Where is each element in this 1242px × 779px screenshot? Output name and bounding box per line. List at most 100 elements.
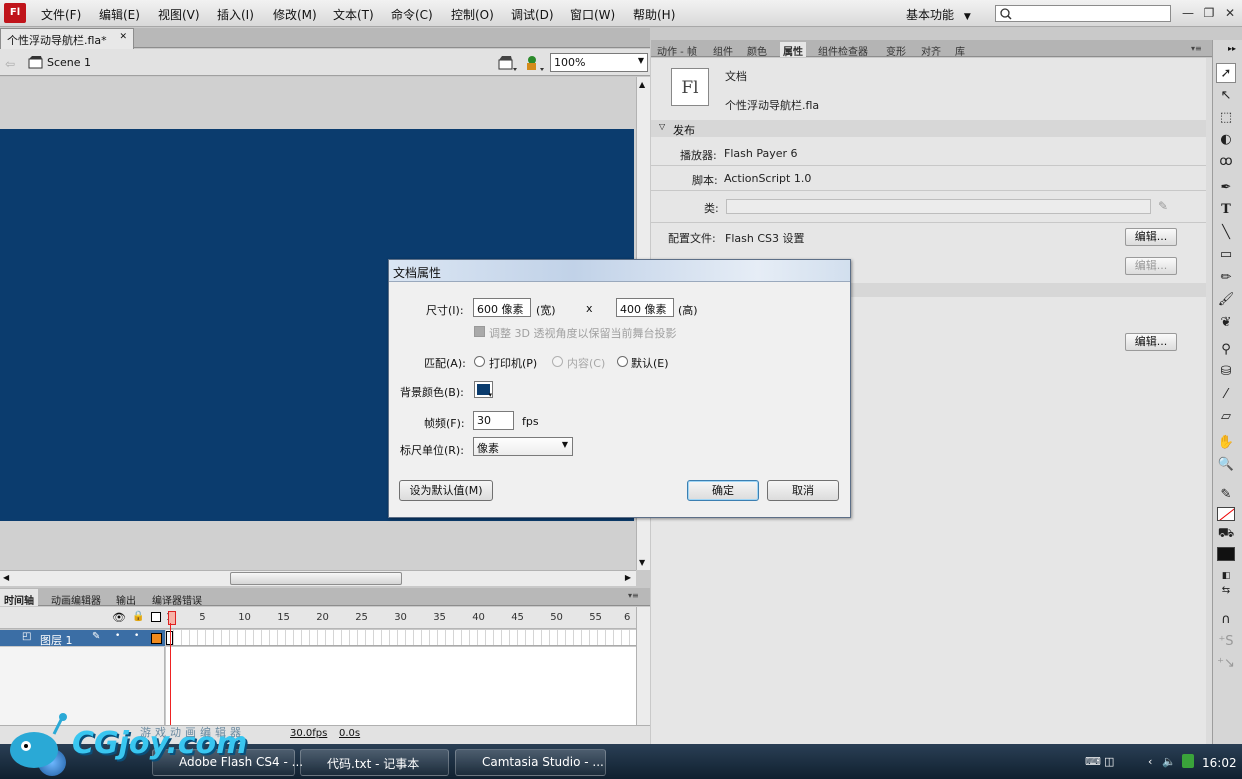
adjust-3d-checkbox[interactable] bbox=[474, 326, 485, 337]
line-tool-icon[interactable]: ╲ bbox=[1216, 223, 1236, 243]
ok-button[interactable]: 确定 bbox=[687, 480, 759, 501]
minimize-button[interactable]: — bbox=[1178, 4, 1198, 22]
eyedropper-tool-icon[interactable]: ⁄ bbox=[1216, 385, 1236, 405]
3d-rotation-tool-icon[interactable]: ◐ bbox=[1216, 130, 1236, 150]
tab-components[interactable]: 组件 bbox=[710, 42, 736, 58]
snap-magnet-icon[interactable]: ∩ bbox=[1216, 610, 1236, 630]
match-contents-radio[interactable] bbox=[552, 356, 563, 367]
swap-colors-icon[interactable]: ⇆ bbox=[1216, 581, 1236, 601]
dialog-title-bar[interactable]: 文档属性 bbox=[389, 260, 850, 282]
lasso-tool-icon[interactable]: ꝏ bbox=[1216, 152, 1236, 172]
edit-symbols-icon[interactable] bbox=[524, 54, 546, 72]
subselection-tool-icon[interactable]: ↖ bbox=[1216, 86, 1236, 106]
ruler-units-select[interactable]: 像素 ▼ bbox=[473, 437, 573, 456]
menu-commands[interactable]: 命令(C) bbox=[391, 6, 433, 23]
back-arrow-icon[interactable]: ⇦ bbox=[5, 57, 15, 71]
cancel-button[interactable]: 取消 bbox=[767, 480, 839, 501]
tab-library[interactable]: 库 bbox=[952, 42, 968, 58]
tab-compiler-errors[interactable]: 编译器错误 bbox=[148, 589, 206, 607]
panel-menu-icon[interactable]: ▾≡ bbox=[628, 591, 639, 600]
background-color-picker[interactable]: ▾ bbox=[474, 381, 493, 399]
player-value[interactable]: Flash Payer 6 bbox=[724, 147, 798, 160]
tab-transform[interactable]: 变形 bbox=[883, 42, 909, 58]
match-printer-radio[interactable] bbox=[474, 356, 485, 367]
visible-dot-icon[interactable]: • bbox=[115, 631, 120, 641]
edit-as-settings-button[interactable]: 编辑... bbox=[1125, 333, 1177, 351]
width-input[interactable]: 600 像素 bbox=[473, 298, 531, 317]
collapse-icon[interactable]: ▸▸ bbox=[1228, 44, 1236, 53]
lock-dot-icon[interactable]: • bbox=[134, 631, 139, 641]
close-icon[interactable]: ✕ bbox=[119, 32, 127, 42]
taskbar-item-camtasia[interactable]: Camtasia Studio - ... bbox=[455, 749, 606, 776]
height-input[interactable]: 400 像素 bbox=[616, 298, 674, 317]
panel-menu-icon[interactable]: ▾≡ bbox=[1191, 44, 1202, 53]
fill-swatch[interactable] bbox=[1217, 547, 1235, 561]
menu-text[interactable]: 文本(T) bbox=[333, 6, 374, 23]
tab-properties[interactable]: 属性 bbox=[780, 42, 806, 58]
pencil-icon[interactable]: ✎ bbox=[1158, 199, 1168, 213]
document-tab[interactable]: 个性浮动导航栏.fla* ✕ bbox=[0, 28, 134, 49]
brush-tool-icon[interactable]: 🖌 bbox=[1216, 290, 1236, 310]
tab-actions[interactable]: 动作 - 帧 bbox=[654, 42, 700, 58]
paint-bucket-tool-icon[interactable]: ⛁ bbox=[1216, 362, 1236, 382]
frame-rate-readout[interactable]: 30.0fps bbox=[290, 728, 327, 739]
stroke-swatch[interactable] bbox=[1217, 507, 1235, 521]
menu-view[interactable]: 视图(V) bbox=[158, 6, 200, 23]
bone-tool-icon[interactable]: ⚲ bbox=[1216, 340, 1236, 360]
volume-icon[interactable]: 🔈 bbox=[1162, 755, 1176, 768]
restore-button[interactable]: ❐ bbox=[1199, 4, 1219, 22]
layer-row[interactable]: ◰ 图层 1 ✎ • • bbox=[0, 630, 165, 647]
edit-air-settings-button[interactable]: 编辑... bbox=[1125, 257, 1177, 275]
show-hidden-icons[interactable]: ‹ bbox=[1148, 755, 1152, 768]
menu-control[interactable]: 控制(O) bbox=[451, 6, 494, 23]
straighten-icon[interactable]: ⁺↘ bbox=[1216, 654, 1236, 674]
menu-insert[interactable]: 插入(I) bbox=[217, 6, 254, 23]
edit-scene-icon[interactable] bbox=[498, 54, 518, 72]
menu-file[interactable]: 文件(F) bbox=[41, 6, 81, 23]
taskbar-clock[interactable]: 16:02 bbox=[1202, 756, 1237, 770]
tab-align[interactable]: 对齐 bbox=[918, 42, 944, 58]
menu-modify[interactable]: 修改(M) bbox=[273, 6, 317, 23]
timeline-vscrollbar[interactable] bbox=[636, 607, 650, 725]
horizontal-scroll-thumb[interactable] bbox=[230, 572, 402, 585]
match-default-radio[interactable] bbox=[617, 356, 628, 367]
zoom-select[interactable]: 100% ▼ bbox=[550, 53, 648, 72]
layer-frames[interactable] bbox=[166, 630, 636, 646]
pen-tool-icon[interactable]: ✒ bbox=[1216, 178, 1236, 198]
close-window-button[interactable]: ✕ bbox=[1220, 4, 1240, 22]
smooth-icon[interactable]: ⁺S bbox=[1216, 632, 1236, 652]
keyboard-icon[interactable]: ⌨ bbox=[1085, 755, 1101, 768]
tab-timeline[interactable]: 时间轴 bbox=[0, 589, 38, 607]
text-tool-icon[interactable]: T bbox=[1216, 200, 1236, 220]
scroll-left-icon[interactable]: ◀ bbox=[3, 573, 9, 582]
help-search-input[interactable] bbox=[995, 5, 1171, 22]
stroke-color-icon[interactable]: ✎ bbox=[1216, 485, 1236, 505]
frame-ruler[interactable]: 15101520253035404550556 bbox=[166, 607, 636, 629]
outline-icon[interactable] bbox=[151, 612, 161, 622]
tray-icon[interactable]: ◫ bbox=[1104, 755, 1114, 768]
edit-profile-button[interactable]: 编辑... bbox=[1125, 228, 1177, 246]
eraser-tool-icon[interactable]: ▱ bbox=[1216, 407, 1236, 427]
taskbar-item-notepad[interactable]: 代码.txt - 记事本 bbox=[300, 749, 449, 776]
free-transform-tool-icon[interactable]: ⬚ bbox=[1216, 108, 1236, 128]
tab-color[interactable]: 颜色 bbox=[744, 42, 770, 58]
rectangle-tool-icon[interactable]: ▭ bbox=[1216, 245, 1236, 265]
scroll-down-icon[interactable]: ▼ bbox=[639, 558, 645, 567]
set-default-button[interactable]: 设为默认值(M) bbox=[399, 480, 493, 501]
security-shield-icon[interactable] bbox=[1182, 754, 1194, 768]
menu-debug[interactable]: 调试(D) bbox=[511, 6, 554, 23]
lock-icon[interactable]: 🔒 bbox=[132, 611, 144, 622]
script-value[interactable]: ActionScript 1.0 bbox=[724, 172, 811, 185]
tab-motion-editor[interactable]: 动画编辑器 bbox=[47, 589, 105, 607]
publish-section-header[interactable]: ▽ 发布 bbox=[651, 120, 1212, 137]
scroll-up-icon[interactable]: ▲ bbox=[639, 80, 645, 89]
menu-edit[interactable]: 编辑(E) bbox=[99, 6, 140, 23]
menu-help[interactable]: 帮助(H) bbox=[633, 6, 675, 23]
tab-output[interactable]: 输出 bbox=[112, 589, 140, 607]
outline-color-icon[interactable] bbox=[151, 633, 162, 644]
fill-color-icon[interactable]: ⛟ bbox=[1216, 524, 1236, 544]
zoom-tool-icon[interactable]: 🔍 bbox=[1216, 455, 1236, 475]
workspace-switcher[interactable]: 基本功能 ▼ bbox=[906, 6, 971, 23]
show-hide-icon[interactable]: 👁 bbox=[112, 611, 126, 624]
deco-tool-icon[interactable]: ❦ bbox=[1216, 313, 1236, 333]
